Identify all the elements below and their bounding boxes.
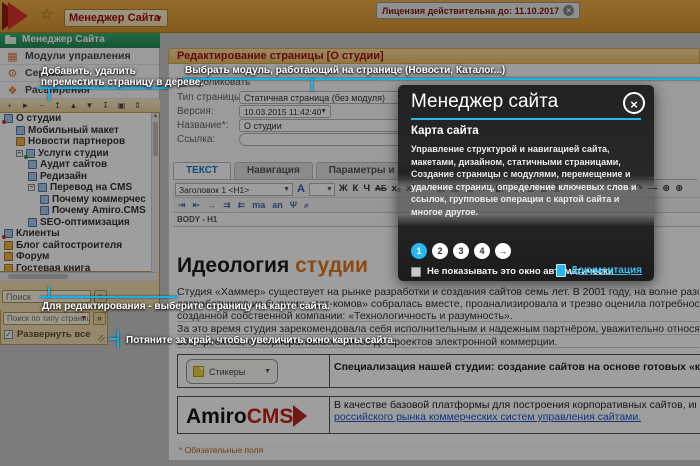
pagination-dot-5[interactable]: → <box>495 243 511 259</box>
screen: ☆ Менеджер Сайта ▼ Лицензия действительн… <box>0 0 700 466</box>
tooltip-line <box>311 79 313 92</box>
close-icon[interactable]: × <box>623 92 645 114</box>
tooltip-resize-panel: Потяните за край, чтобы увеличить окно к… <box>126 335 396 346</box>
book-icon <box>555 264 566 277</box>
documentation-link[interactable]: Документация <box>555 264 642 277</box>
tooltip-module-select: Выбрать модуль, работающий на странице (… <box>185 65 506 76</box>
tooltip-line <box>48 88 50 101</box>
pagination-dot-4[interactable]: 4 <box>474 243 490 259</box>
modal-pagination: 1 2 3 4 → <box>411 243 511 259</box>
modal-title: Менеджер сайта <box>411 91 559 112</box>
tooltip-select-page: Для редактирования - выберите страницу н… <box>42 301 330 312</box>
modal-section-title: Карта сайта <box>411 125 479 137</box>
pagination-dot-3[interactable]: 3 <box>453 243 469 259</box>
tooltip-line <box>183 78 700 80</box>
dont-show-checkbox[interactable] <box>411 266 421 277</box>
pagination-dot-1[interactable]: 1 <box>411 243 427 259</box>
pagination-dot-2[interactable]: 2 <box>432 243 448 259</box>
modal-accent-rule <box>411 118 641 120</box>
tooltip-line <box>48 287 50 297</box>
tooltip-tree-toolbar: Добавить, удалить переместить страницу в … <box>41 66 204 88</box>
intro-modal: Менеджер сайта × Карта сайта Управление … <box>398 85 654 281</box>
modal-description: Управление структурой и навигацией сайта… <box>411 144 637 217</box>
tooltip-line <box>40 296 178 298</box>
tooltip-line <box>109 338 118 340</box>
